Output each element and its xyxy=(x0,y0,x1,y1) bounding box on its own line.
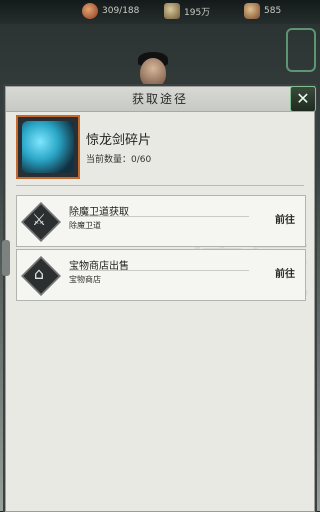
sword-fragment-icon xyxy=(22,121,74,173)
gold-icon xyxy=(244,3,260,19)
crossed-swords-icon: ⚔ xyxy=(31,210,47,229)
source-row[interactable]: ⌂ 宝物商店出售 宝物商店 前往 xyxy=(16,249,306,301)
resource-coins: 195万 xyxy=(164,3,210,19)
go-button[interactable]: 前往 xyxy=(245,214,295,228)
resource-gold: 585 xyxy=(244,3,281,19)
shop-icon: ⌂ xyxy=(33,264,45,283)
coin-value: 195万 xyxy=(184,7,211,18)
spirit-icon xyxy=(286,28,316,72)
item-name: 惊龙剑碎片 xyxy=(86,133,152,148)
source-subtitle: 宝物商店 xyxy=(69,275,101,284)
coin-icon xyxy=(164,3,180,19)
side-handle xyxy=(2,240,10,276)
source-row[interactable]: ⚔ 除魔卫道获取 除魔卫道 前往 xyxy=(16,195,306,247)
dialog-titlebar: 获取途径 xyxy=(6,87,314,112)
acquire-dialog: 侠魔 获取途径 惊龙剑碎片 当前数量：0/60 ⚔ 除魔卫道获取 除魔卫道 前往… xyxy=(5,86,315,512)
source-divider xyxy=(69,216,249,217)
resource-bar: 309/188 195万 585 xyxy=(0,0,320,24)
gold-value: 585 xyxy=(264,6,282,16)
character-portrait xyxy=(140,58,166,88)
dialog-title: 获取途径 xyxy=(131,92,188,106)
go-button[interactable]: 前往 xyxy=(245,268,295,282)
resource-energy: 309/188 xyxy=(82,3,139,19)
divider xyxy=(16,185,304,186)
source-divider xyxy=(69,270,249,271)
energy-icon xyxy=(82,3,98,19)
item-icon-frame xyxy=(16,115,80,179)
source-subtitle: 除魔卫道 xyxy=(69,221,101,230)
energy-value: 309/188 xyxy=(102,6,140,16)
close-button[interactable]: ✕ xyxy=(290,86,316,112)
item-count: 当前数量：0/60 xyxy=(86,155,152,165)
